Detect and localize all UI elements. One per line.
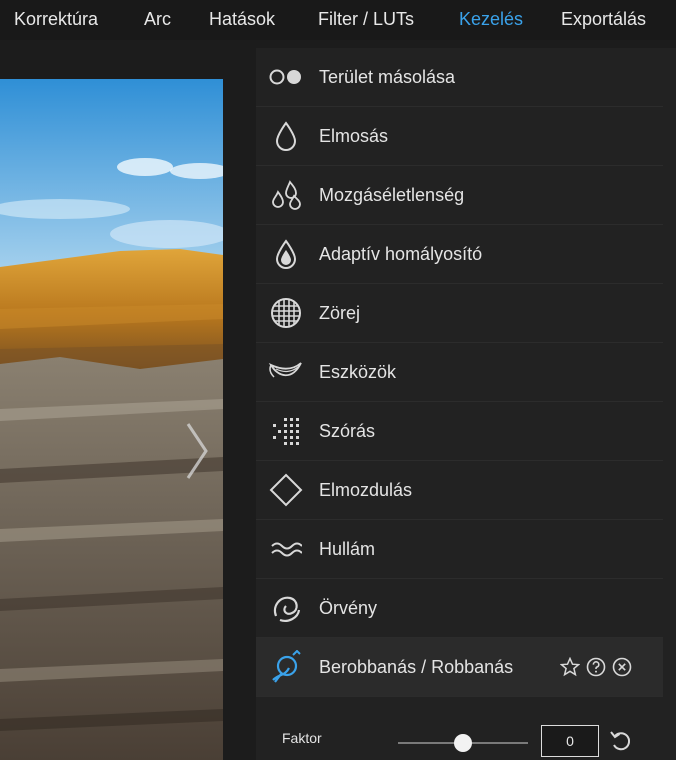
tools-panel: Terület másolása Elmosás Mozgáséletlensé… — [256, 48, 676, 760]
tab-filter-luts[interactable]: Filter / LUTs — [318, 0, 414, 38]
tool-label: Adaptív homályosító — [319, 244, 483, 264]
help-icon[interactable] — [585, 656, 607, 678]
diamond-icon — [268, 473, 304, 507]
reset-icon[interactable] — [608, 728, 634, 754]
factor-slider[interactable] — [398, 734, 528, 752]
tool-label: Eszközök — [319, 362, 397, 382]
clone-circles-icon — [268, 61, 304, 93]
tool-item-pinch-bulge[interactable]: Berobbanás / Robbanás — [256, 638, 663, 697]
tool-label: Elmozdulás — [319, 480, 413, 500]
star-icon[interactable] — [559, 656, 581, 678]
tool-label: Mozgáséletlenség — [319, 185, 465, 205]
scatter-dots-icon — [268, 415, 304, 447]
factor-row: Faktor — [256, 716, 676, 760]
tool-label: Zörej — [319, 303, 361, 323]
tab-exportalas[interactable]: Exportálás — [561, 0, 646, 38]
tools-list: Terület másolása Elmosás Mozgáséletlensé… — [256, 48, 663, 697]
tool-item-adaptive-blur[interactable]: Adaptív homályosító — [256, 225, 663, 284]
canyon-photo — [0, 79, 223, 760]
filled-drop-icon — [268, 238, 304, 270]
tool-actions — [559, 655, 633, 679]
tab-korrektura[interactable]: Korrektúra — [14, 0, 98, 38]
tool-label: Elmosás — [319, 126, 389, 146]
tool-label: Terület másolása — [319, 67, 456, 87]
multi-drop-icon — [268, 179, 304, 211]
tool-label: Örvény — [319, 598, 378, 618]
leaf-icon — [268, 356, 304, 388]
factor-slider-handle[interactable] — [454, 734, 472, 752]
wave-icon — [268, 533, 304, 565]
tab-arc[interactable]: Arc — [144, 0, 171, 38]
noise-grid-icon — [268, 297, 304, 329]
close-icon[interactable] — [611, 656, 633, 678]
tab-kezeles[interactable]: Kezelés — [459, 0, 523, 38]
tool-item-wave[interactable]: Hullám — [256, 520, 663, 579]
tool-label: Hullám — [319, 539, 376, 559]
tool-item-tools[interactable]: Eszközök — [256, 343, 663, 402]
tool-item-swirl[interactable]: Örvény — [256, 579, 663, 638]
pinch-icon — [268, 650, 304, 683]
swirl-icon — [268, 592, 304, 624]
photo-preview[interactable] — [0, 79, 223, 760]
tool-item-blur[interactable]: Elmosás — [256, 107, 663, 166]
tool-item-motion-blur[interactable]: Mozgáséletlenség — [256, 166, 663, 225]
tool-label: Berobbanás / Robbanás — [319, 657, 514, 677]
top-menu-bar: Korrektúra Arc Hatások Filter / LUTs Kez… — [0, 0, 676, 40]
factor-label: Faktor — [282, 730, 322, 746]
tool-item-clone[interactable]: Terület másolása — [256, 48, 663, 107]
factor-value-input[interactable] — [541, 725, 599, 757]
drop-icon — [268, 120, 304, 152]
tool-item-noise[interactable]: Zörej — [256, 284, 663, 343]
tool-label: Szórás — [319, 421, 376, 441]
tab-hatasok[interactable]: Hatások — [209, 0, 275, 38]
tool-item-displace[interactable]: Elmozdulás — [256, 461, 663, 520]
tool-item-scatter[interactable]: Szórás — [256, 402, 663, 461]
